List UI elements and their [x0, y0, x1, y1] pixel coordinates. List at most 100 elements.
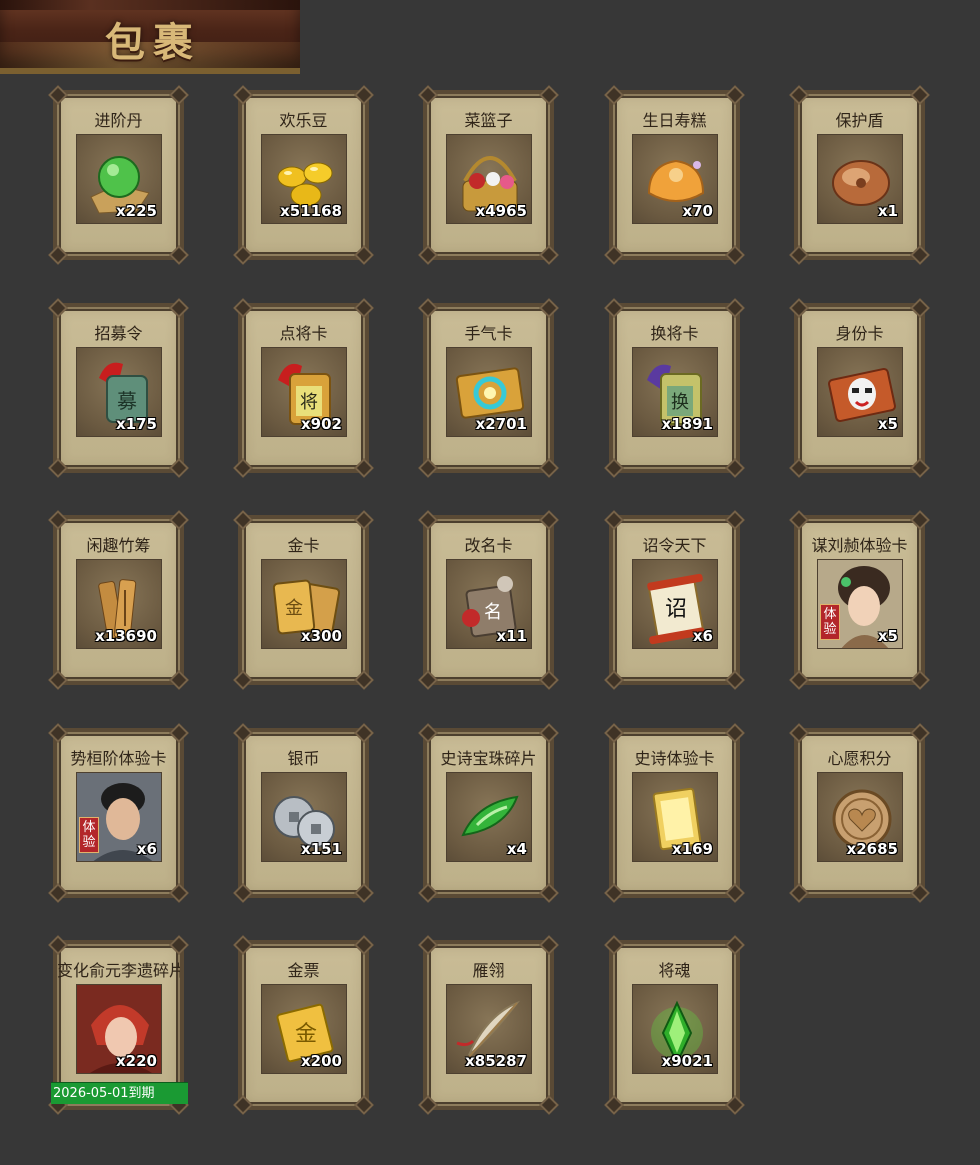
item-name: 保护盾: [835, 111, 884, 129]
item-count: x2701: [475, 415, 527, 433]
item-count: x9021: [661, 1052, 713, 1070]
card-corner-ornament: [604, 723, 624, 743]
card-corner-ornament: [354, 723, 374, 743]
item-count: x169: [672, 840, 713, 858]
inventory-item[interactable]: 谋刘赪体验卡 体验 x5: [789, 510, 930, 690]
item-icon-frame: x2701: [446, 347, 532, 437]
inventory-item[interactable]: 进阶丹 x225: [48, 85, 189, 265]
item-icon-frame: 金 x300: [261, 559, 347, 649]
inventory-item[interactable]: 菜篮子 x4965: [418, 85, 559, 265]
inventory-item[interactable]: 保护盾 x1: [789, 85, 930, 265]
card-corner-ornament: [48, 458, 68, 478]
item-icon-frame: 体验 x5: [817, 559, 903, 649]
expiry-date-label: 2026-05-01到期: [51, 1082, 188, 1104]
trial-badge: 体验: [820, 604, 840, 640]
svg-text:募: 募: [117, 389, 137, 413]
card-corner-ornament: [48, 723, 68, 743]
item-count: x85287: [465, 1052, 527, 1070]
card-corner-ornament: [169, 723, 189, 743]
inventory-item[interactable]: 生日寿糕 x70: [604, 85, 745, 265]
inventory-item[interactable]: 银币 x151: [233, 723, 374, 903]
inventory-item[interactable]: 势桓阶体验卡 体验 x6: [48, 723, 189, 903]
svg-text:名: 名: [484, 602, 502, 623]
item-count: x4965: [475, 202, 527, 220]
item-name: 史诗体验卡: [634, 749, 715, 767]
item-count: x2685: [846, 840, 898, 858]
item-icon-frame: x1: [817, 134, 903, 224]
inventory-item[interactable]: 史诗体验卡 x169: [604, 723, 745, 903]
inventory-item[interactable]: 点将卡将 x902: [233, 298, 374, 478]
card-corner-ornament: [539, 723, 559, 743]
item-icon-frame: x4: [446, 772, 532, 862]
item-icon-frame: x9021: [632, 984, 718, 1074]
inventory-item[interactable]: 改名卡名 x11: [418, 510, 559, 690]
card-corner-ornament: [48, 883, 68, 903]
card-corner-ornament: [604, 510, 624, 530]
card-corner-ornament: [725, 670, 745, 690]
card-corner-ornament: [418, 1095, 438, 1115]
item-name: 换将卡: [650, 324, 699, 342]
card-corner-ornament: [725, 723, 745, 743]
card-corner-ornament: [233, 935, 253, 955]
inventory-item[interactable]: 招募令募 x175: [48, 298, 189, 478]
inventory-item[interactable]: 欢乐豆 x51168: [233, 85, 374, 265]
item-icon-frame: x51168: [261, 134, 347, 224]
card-corner-ornament: [354, 510, 374, 530]
inventory-item[interactable]: 诏令天下诏 x6: [604, 510, 745, 690]
inventory-grid: 进阶丹 x225 欢乐豆 x51168 菜篮子 x4965 生日寿糕 x70 保护盾 x1 招募令募…: [48, 85, 930, 1120]
inventory-item[interactable]: 闲趣竹筹 x13690: [48, 510, 189, 690]
inventory-item[interactable]: 史诗宝珠碎片 x4: [418, 723, 559, 903]
card-corner-ornament: [604, 245, 624, 265]
item-name: 变化俞元李遗碎片: [57, 961, 180, 979]
item-name: 点将卡: [279, 324, 328, 342]
inventory-item[interactable]: 金票金 x200: [233, 935, 374, 1115]
inventory-item[interactable]: 换将卡换 x1891: [604, 298, 745, 478]
card-corner-ornament: [910, 85, 930, 105]
card-corner-ornament: [233, 670, 253, 690]
item-count: x5: [877, 627, 898, 645]
card-corner-ornament: [539, 245, 559, 265]
inventory-item[interactable]: 将魂 x9021: [604, 935, 745, 1115]
item-name: 雁翎: [472, 961, 505, 979]
card-corner-ornament: [418, 245, 438, 265]
card-corner-ornament: [169, 85, 189, 105]
card-corner-ornament: [233, 298, 253, 318]
card-corner-ornament: [418, 458, 438, 478]
card-corner-ornament: [233, 883, 253, 903]
card-corner-ornament: [418, 723, 438, 743]
page-title: 包裹: [105, 19, 201, 66]
inventory-item[interactable]: 金卡金 x300: [233, 510, 374, 690]
card-corner-ornament: [725, 298, 745, 318]
inventory-item[interactable]: 雁翎 x85287: [418, 935, 559, 1115]
svg-text:金: 金: [295, 1022, 317, 1047]
card-corner-ornament: [418, 510, 438, 530]
card-corner-ornament: [539, 510, 559, 530]
item-icon-frame: x70: [632, 134, 718, 224]
card-corner-ornament: [233, 723, 253, 743]
trial-badge: 体验: [79, 817, 99, 853]
item-name: 生日寿糕: [642, 111, 707, 129]
item-count: x70: [682, 202, 713, 220]
card-corner-ornament: [418, 935, 438, 955]
inventory-item[interactable]: 手气卡 x2701: [418, 298, 559, 478]
item-icon-frame: x85287: [446, 984, 532, 1074]
card-corner-ornament: [789, 883, 809, 903]
inventory-item[interactable]: 变化俞元李遗碎片 x220 2026-05-01到期: [48, 935, 189, 1115]
card-corner-ornament: [539, 883, 559, 903]
inventory-item[interactable]: 身份卡 x5: [789, 298, 930, 478]
item-icon-frame: x2685: [817, 772, 903, 862]
card-corner-ornament: [910, 458, 930, 478]
card-corner-ornament: [539, 935, 559, 955]
item-count: x1891: [661, 415, 713, 433]
item-count: x1: [877, 202, 898, 220]
card-corner-ornament: [169, 935, 189, 955]
item-name: 心愿积分: [827, 749, 892, 767]
item-icon-frame: 募 x175: [76, 347, 162, 437]
card-corner-ornament: [48, 670, 68, 690]
card-corner-ornament: [48, 85, 68, 105]
card-corner-ornament: [354, 883, 374, 903]
card-corner-ornament: [910, 723, 930, 743]
inventory-item[interactable]: 心愿积分 x2685: [789, 723, 930, 903]
card-corner-ornament: [233, 85, 253, 105]
item-count: x300: [301, 627, 342, 645]
